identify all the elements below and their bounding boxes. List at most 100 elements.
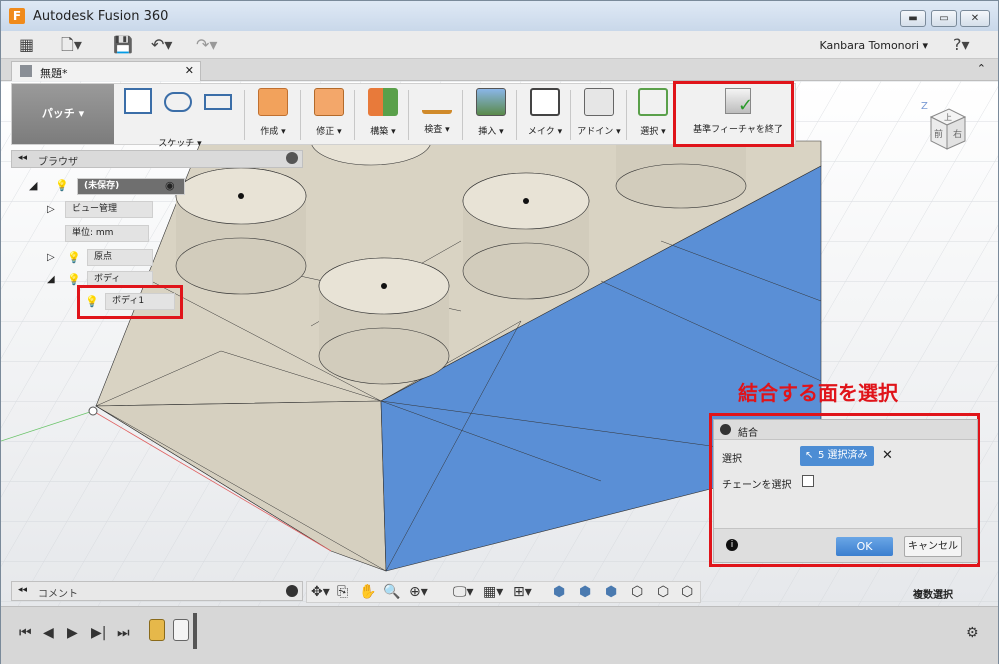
view-cube[interactable]: Z 上 前 右 [921,99,967,161]
grid-menu-icon[interactable]: ▦ [19,36,34,54]
wireframe-visible-icon[interactable]: ⬡ [681,584,693,600]
browser-title: ブラウザ [38,157,78,168]
expand-icon[interactable]: ◢ [29,177,37,195]
wireframe-icon[interactable]: ⬡ [631,584,643,600]
step-back-icon[interactable]: ◀ [43,625,54,641]
selection-count: 5 選択済み [818,450,868,461]
workspace-switcher[interactable]: パッチ ▾ [12,84,114,144]
construct-menu[interactable]: 構築 ▾ [358,88,408,142]
create-sketch-icon[interactable] [124,88,152,114]
multi-select-status: 複数選択 [913,590,953,601]
expand-icon[interactable]: ▷ [47,249,55,267]
expand-icon[interactable]: ▷ [47,201,55,219]
browser-minimize-icon[interactable] [286,152,298,164]
close-window-button[interactable]: ✕ [960,10,990,27]
insert-label: 挿入 [478,127,497,137]
document-icon [20,65,32,77]
clear-selection-icon[interactable]: ✕ [882,448,893,463]
cursor-icon: ↖ [805,450,814,461]
dialog-title: 結合 [738,428,758,439]
modify-label: 修正 [316,127,335,137]
close-tab-icon[interactable]: ✕ [185,64,194,77]
browser-panel-header[interactable]: ◂◂ ブラウザ [11,150,303,168]
shaded-hidden-icon[interactable]: ⬢ [605,584,617,600]
info-icon[interactable]: i [726,539,738,551]
sketch-label: スケッチ [158,139,195,149]
select-menu[interactable]: 選択 ▾ [628,88,678,142]
add-comment-icon[interactable] [286,585,298,597]
shaded-icon[interactable]: ⬢ [553,584,565,600]
fusion-logo-icon: F [9,8,25,24]
svg-text:前: 前 [934,128,943,140]
create-icon [258,88,288,116]
maximize-button[interactable]: ▭ [931,10,957,27]
make-label: メイク [527,127,555,137]
save-icon[interactable]: 💾 [113,36,133,54]
file-menu-icon[interactable]: 🗋▾ [61,36,82,54]
timeline-settings-icon[interactable]: ⚙ [966,625,979,641]
spline-icon[interactable] [164,92,192,112]
select-label: 選択 [722,454,742,465]
minimize-button[interactable]: ▬ [900,10,926,27]
origin-folder[interactable]: 原点 [87,249,153,266]
shaded-edges-icon[interactable]: ⬢ [579,584,591,600]
wireframe-hidden-icon[interactable]: ⬡ [657,584,669,600]
comment-collapse-icon[interactable]: ◂◂ [18,585,27,595]
base-feature-icon[interactable] [173,619,189,641]
construct-label: 構築 [370,127,389,137]
document-tab-label: 無題* [40,67,68,80]
select-label: 選択 [640,127,659,137]
activate-radio-icon[interactable]: ◉ [165,177,175,195]
zoom-icon[interactable]: 🔍 [383,584,400,600]
fit-icon[interactable]: ⊕▾ [409,584,428,600]
timeline-marker[interactable] [193,613,197,649]
ok-button[interactable]: OK [836,537,893,556]
display-settings-icon[interactable]: 🖵▾ [453,584,474,600]
make-icon [530,88,560,116]
title-bar: F Autodesk Fusion 360 ▬ ▭ ✕ [1,1,998,31]
orbit-icon[interactable]: ✥▾ [311,584,330,600]
pan-icon[interactable]: ✋ [359,584,376,600]
navigation-bar: ✥▾ ⎘ ✋ 🔍 ⊕▾ 🖵▾ ▦▾ ⊞▾ ⬢ ⬢ ⬢ ⬡ ⬡ ⬡ [306,581,701,603]
go-to-start-icon[interactable]: ⏮ [19,625,32,641]
addins-menu[interactable]: アドイン ▾ [574,88,624,142]
collapse-icon[interactable]: ⌃ [977,62,986,75]
lightbulb-icon[interactable]: 💡 [67,249,81,267]
grid-settings-icon[interactable]: ▦▾ [483,584,503,600]
create-menu[interactable]: 作成 ▾ [248,88,298,142]
sketch-menu[interactable]: スケッチ ▾ [120,88,240,149]
go-to-end-icon[interactable]: ⏭ [117,625,130,641]
document-tab-bar: 無題* ✕ ⌃ [1,59,998,81]
undo-icon[interactable]: ↶▾ [151,36,172,54]
modify-menu[interactable]: 修正 ▾ [304,88,354,142]
user-menu[interactable]: Kanbara Tomonori ▾ [819,39,928,52]
step-forward-icon[interactable]: ▶| [91,625,106,641]
play-icon[interactable]: ▶ [67,625,78,641]
cancel-button[interactable]: キャンセル [904,536,962,557]
chain-select-checkbox[interactable] [802,475,814,487]
comment-label: コメント [38,589,78,600]
document-tab[interactable]: 無題* ✕ [11,61,201,81]
highlight-finish [673,81,794,147]
browser-collapse-icon[interactable]: ◂◂ [18,153,27,163]
viewports-icon[interactable]: ⊞▾ [513,584,532,600]
dialog-header: 結合 [714,420,977,440]
inspect-menu[interactable]: 検査 ▾ [412,88,462,142]
view-folder[interactable]: ビュー管理 [65,201,153,218]
insert-menu[interactable]: 挿入 ▾ [466,88,516,142]
help-icon[interactable]: ?▾ [953,36,970,54]
collapse-dialog-icon[interactable] [720,424,731,435]
collapse-icon[interactable]: ◢ [47,271,55,289]
make-menu[interactable]: メイク ▾ [520,88,570,142]
lightbulb-icon[interactable]: 💡 [55,177,69,195]
comment-bar[interactable]: ◂◂ コメント [11,581,303,601]
combine-dialog: 結合 選択 ↖ 5 選択済み ✕ チェーンを選択 i OK キャンセル [713,419,978,563]
addins-label: アドイン [577,127,614,137]
selection-button[interactable]: ↖ 5 選択済み [800,446,874,466]
timeline-feature-icon[interactable] [149,619,165,641]
rectangle-icon[interactable] [204,94,232,110]
addins-icon [584,88,614,116]
redo-icon[interactable]: ↷▾ [196,36,217,54]
units-node[interactable]: 単位: mm [65,225,149,242]
look-at-icon[interactable]: ⎘ [337,584,348,600]
